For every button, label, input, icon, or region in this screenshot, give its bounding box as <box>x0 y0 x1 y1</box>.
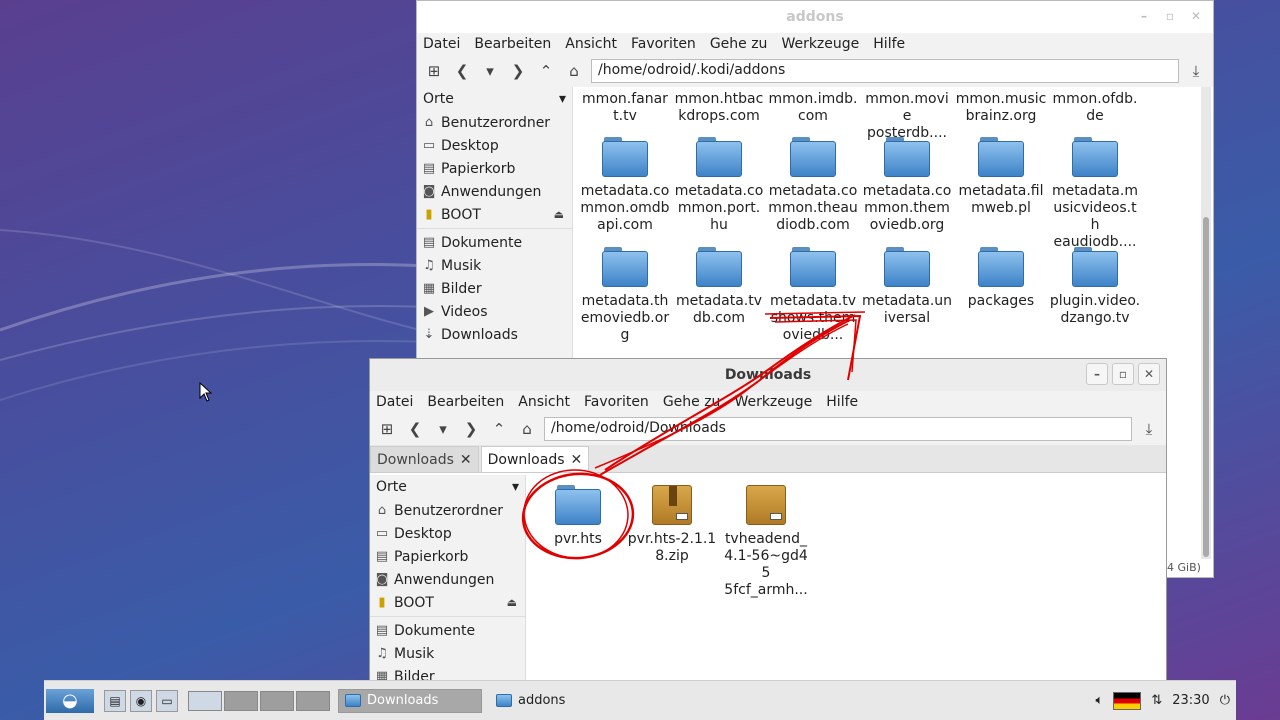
workspace-3[interactable] <box>260 690 294 711</box>
keyboard-layout-flag-icon[interactable] <box>1113 691 1142 710</box>
terminal-launcher-icon[interactable]: ▭ <box>156 689 178 712</box>
volume-icon[interactable]: 🔈︎ <box>1096 693 1104 708</box>
folder-icon <box>345 694 361 707</box>
network-icon[interactable]: ⇅ <box>1151 693 1162 708</box>
task-addons[interactable]: addons <box>490 689 571 713</box>
menu-logo-icon: ◒ <box>62 690 78 711</box>
folder-icon <box>496 694 512 707</box>
workspace-4[interactable] <box>296 690 330 711</box>
task-label: Downloads <box>367 693 439 708</box>
workspace-1[interactable] <box>188 690 222 711</box>
system-tray: 🔈︎ ⇅ 23:30 ⏻ <box>1096 691 1236 710</box>
browser-launcher-icon[interactable]: ◉ <box>130 689 152 712</box>
taskbar: ◒ ▤ ◉ ▭ Downloads addons 🔈︎ ⇅ 23:30 ⏻ <box>44 680 1236 720</box>
clock[interactable]: 23:30 <box>1172 693 1209 708</box>
workspace-2[interactable] <box>224 690 258 711</box>
task-downloads[interactable]: Downloads <box>338 688 482 713</box>
start-menu-button[interactable]: ◒ <box>46 688 94 713</box>
file-manager-launcher-icon[interactable]: ▤ <box>104 689 126 712</box>
power-icon[interactable]: ⏻ <box>1220 693 1230 708</box>
task-label: addons <box>518 693 566 708</box>
annotation-drawing <box>521 311 866 560</box>
